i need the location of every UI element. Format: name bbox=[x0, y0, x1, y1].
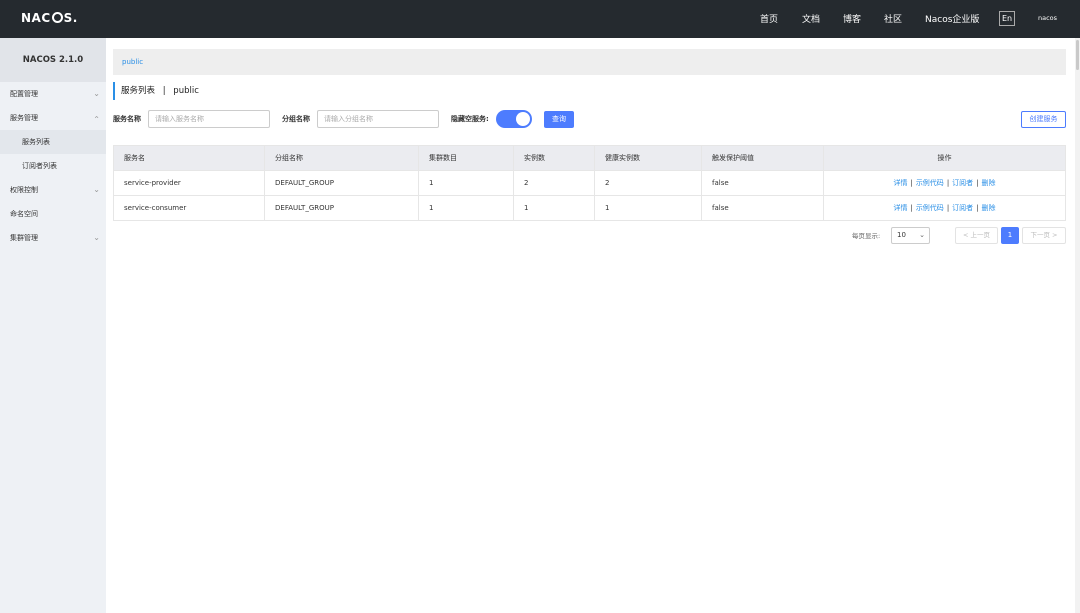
table-row: service-provider DEFAULT_GROUP 1 2 2 fal… bbox=[114, 170, 1065, 195]
sidebar-item-label: 命名空间 bbox=[10, 210, 38, 218]
cell-clusters: 1 bbox=[418, 171, 513, 195]
subscribers-link[interactable]: 订阅者 bbox=[952, 179, 973, 187]
namespace-breadcrumb: public bbox=[113, 49, 1066, 75]
sidebar-item-cluster[interactable]: 集群管理 ⌄ bbox=[0, 226, 106, 250]
cell-group: DEFAULT_GROUP bbox=[264, 196, 418, 220]
nacos-logo[interactable]: NAC S. bbox=[21, 11, 78, 25]
namespace-link-public[interactable]: public bbox=[122, 58, 143, 66]
cell-service-name: service-consumer bbox=[124, 204, 187, 212]
action-separator: | bbox=[946, 179, 950, 187]
action-separator: | bbox=[910, 179, 913, 187]
detail-link[interactable]: 详情 bbox=[893, 204, 907, 212]
group-name-input[interactable] bbox=[317, 110, 439, 128]
nav-blog[interactable]: 博客 bbox=[843, 12, 861, 25]
scrollbar-thumb[interactable] bbox=[1076, 40, 1079, 70]
sidebar-item-config[interactable]: 配置管理 ⌄ bbox=[0, 82, 106, 106]
cell-clusters: 1 bbox=[418, 196, 513, 220]
action-separator: | bbox=[910, 204, 913, 212]
sidebar-item-service-list[interactable]: 服务列表 bbox=[0, 130, 106, 154]
cell-healthy: 2 bbox=[594, 171, 701, 195]
user-name[interactable]: nacos bbox=[1038, 14, 1057, 22]
chevron-down-icon: ⌄ bbox=[93, 233, 100, 242]
table-row: service-consumer DEFAULT_GROUP 1 1 1 fal… bbox=[114, 195, 1065, 220]
version-title: NACOS 2.1.0 bbox=[0, 38, 106, 82]
sidebar-item-label: 订阅者列表 bbox=[22, 162, 57, 170]
page-title-text: 服务列表 bbox=[121, 86, 156, 96]
detail-link[interactable]: 详情 bbox=[893, 179, 907, 187]
sample-code-link[interactable]: 示例代码 bbox=[916, 204, 944, 212]
cell-threshold: false bbox=[701, 171, 823, 195]
cell-group: DEFAULT_GROUP bbox=[264, 171, 418, 195]
toggle-knob bbox=[516, 112, 530, 126]
sidebar-item-label: 配置管理 bbox=[10, 90, 38, 98]
service-name-label: 服务名称 bbox=[113, 115, 141, 123]
hide-empty-toggle[interactable] bbox=[496, 110, 532, 128]
page-size-value: 10 bbox=[897, 231, 906, 239]
sample-code-link[interactable]: 示例代码 bbox=[916, 179, 944, 187]
cell-service-name: service-provider bbox=[124, 179, 181, 187]
group-name-label: 分组名称 bbox=[282, 115, 310, 123]
sidebar-item-auth[interactable]: 权限控制 ⌄ bbox=[0, 178, 106, 202]
sidebar-item-label: 服务管理 bbox=[10, 114, 38, 122]
delete-link[interactable]: 删除 bbox=[982, 179, 996, 187]
col-header-instances: 实例数 bbox=[513, 146, 594, 170]
action-separator: | bbox=[976, 179, 979, 187]
col-header-healthy: 健康实例数 bbox=[594, 146, 701, 170]
prev-page-button[interactable]: < 上一页 bbox=[955, 227, 998, 244]
table-header-row: 服务名 分组名称 集群数目 实例数 健康实例数 触发保护阈值 操作 bbox=[114, 146, 1065, 170]
sidebar-item-service[interactable]: 服务管理 ⌃ bbox=[0, 106, 106, 130]
cell-actions: 详情 | 示例代码 | 订阅者 | 删除 bbox=[823, 196, 1065, 220]
page-size-label: 每页显示: bbox=[852, 232, 881, 240]
cell-threshold: false bbox=[701, 196, 823, 220]
nav-docs[interactable]: 文档 bbox=[802, 12, 820, 25]
col-header-actions: 操作 bbox=[823, 146, 1065, 170]
chevron-down-icon: ⌄ bbox=[93, 185, 100, 194]
page-size-select[interactable]: 10 ⌄ bbox=[891, 227, 930, 244]
service-table: 服务名 分组名称 集群数目 实例数 健康实例数 触发保护阈值 操作 servic… bbox=[113, 145, 1066, 221]
next-page-button[interactable]: 下一页 > bbox=[1022, 227, 1066, 244]
page-title: 服务列表 | public bbox=[113, 82, 199, 100]
sidebar: NACOS 2.1.0 配置管理 ⌄ 服务管理 ⌃ 服务列表 订阅者列表 权限控… bbox=[0, 38, 106, 613]
title-separator: | bbox=[162, 86, 166, 96]
chevron-down-icon: ⌄ bbox=[919, 231, 925, 239]
page-title-namespace: public bbox=[173, 86, 199, 96]
nav-enterprise[interactable]: Nacos企业版 bbox=[925, 12, 979, 25]
sidebar-item-label: 权限控制 bbox=[10, 186, 38, 194]
nav-community[interactable]: 社区 bbox=[884, 12, 902, 25]
action-separator: | bbox=[976, 204, 979, 212]
col-header-service-name: 服务名 bbox=[124, 154, 145, 162]
sidebar-item-namespace[interactable]: 命名空间 bbox=[0, 202, 106, 226]
col-header-threshold: 触发保护阈值 bbox=[701, 146, 823, 170]
sidebar-item-label: 服务列表 bbox=[22, 138, 50, 146]
page-scrollbar[interactable] bbox=[1075, 38, 1080, 613]
delete-link[interactable]: 删除 bbox=[982, 204, 996, 212]
service-name-input[interactable] bbox=[148, 110, 270, 128]
cell-instances: 1 bbox=[513, 196, 594, 220]
sidebar-item-subscriber-list[interactable]: 订阅者列表 bbox=[0, 154, 106, 178]
col-header-clusters: 集群数目 bbox=[418, 146, 513, 170]
page-number-current[interactable]: 1 bbox=[1001, 227, 1019, 244]
col-header-group: 分组名称 bbox=[264, 146, 418, 170]
chevron-up-icon: ⌃ bbox=[93, 115, 100, 124]
cell-healthy: 1 bbox=[594, 196, 701, 220]
query-button[interactable]: 查询 bbox=[544, 111, 574, 128]
create-service-button[interactable]: 创建服务 bbox=[1021, 111, 1066, 128]
hide-empty-label: 隐藏空服务: bbox=[451, 115, 489, 123]
top-navbar: NAC S. 首页 文档 博客 社区 Nacos企业版 En nacos bbox=[0, 0, 1080, 38]
cell-instances: 2 bbox=[513, 171, 594, 195]
action-separator: | bbox=[946, 204, 950, 212]
chevron-down-icon: ⌄ bbox=[93, 89, 100, 98]
cell-actions: 详情 | 示例代码 | 订阅者 | 删除 bbox=[823, 171, 1065, 195]
nav-home[interactable]: 首页 bbox=[760, 12, 778, 25]
sidebar-item-label: 集群管理 bbox=[10, 234, 38, 242]
language-switch[interactable]: En bbox=[999, 11, 1016, 26]
subscribers-link[interactable]: 订阅者 bbox=[952, 204, 973, 212]
